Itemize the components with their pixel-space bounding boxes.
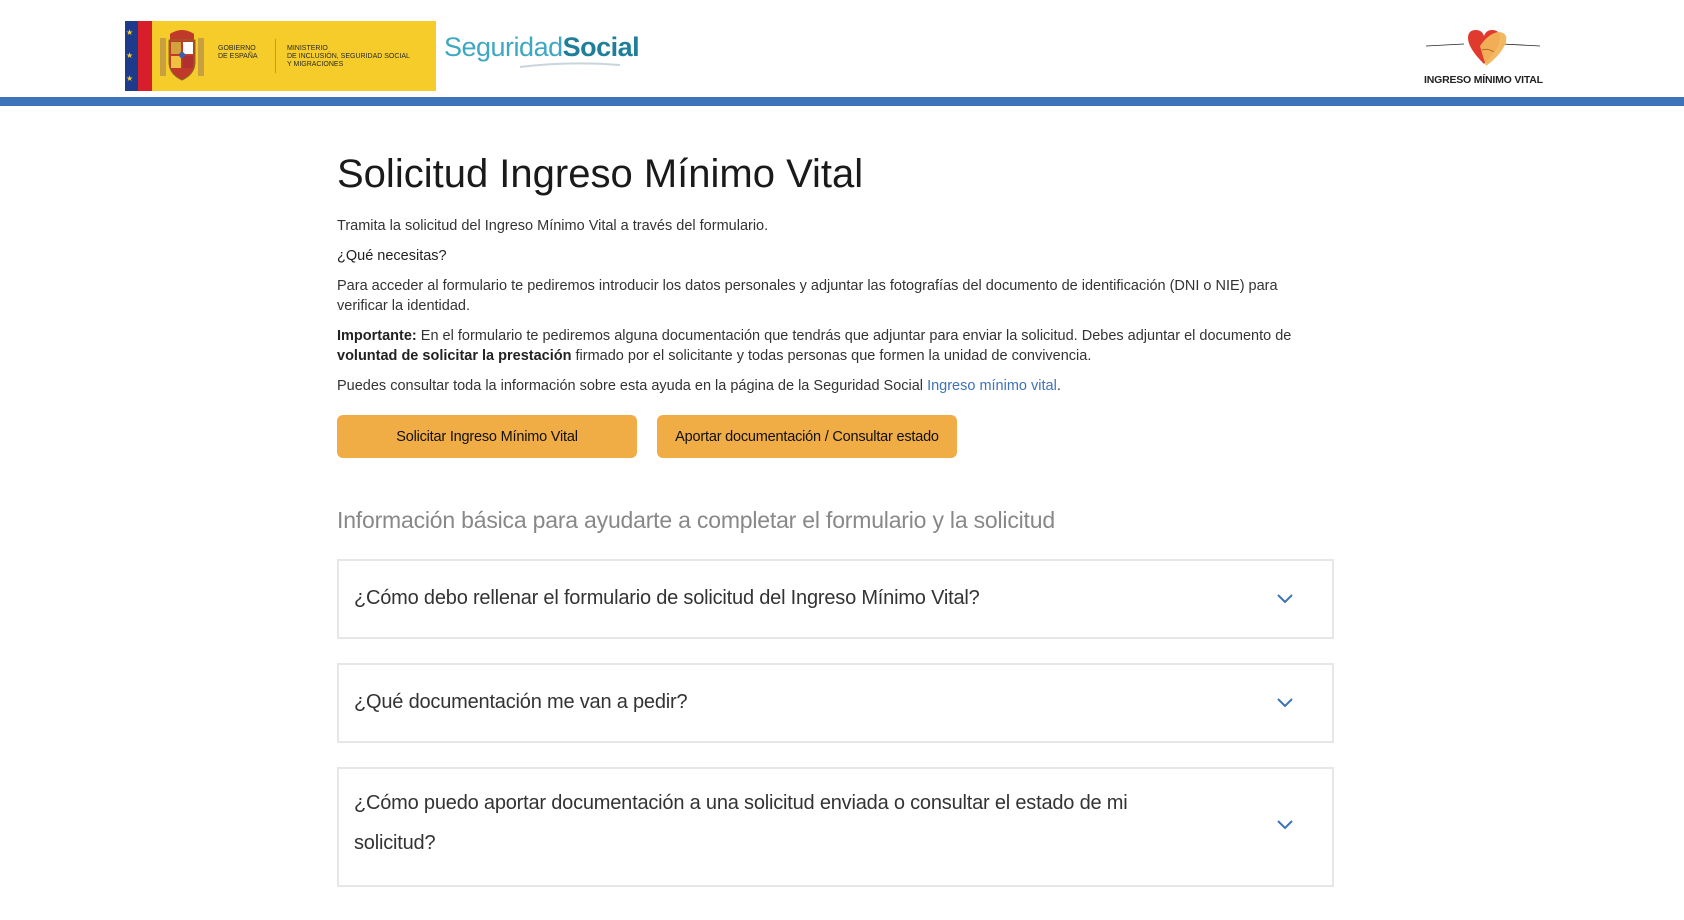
coat-of-arms-icon	[160, 30, 204, 81]
faq-item[interactable]: ¿Qué documentación me van a pedir?	[337, 663, 1334, 743]
ss-logo-bold: Social	[562, 32, 640, 62]
intro-text: Tramita la solicitud del Ingreso Mínimo …	[337, 218, 769, 234]
gobierno-label: GOBIERNO DE ESPAÑA	[218, 45, 278, 61]
section-heading: Información básica para ayudarte a compl…	[337, 507, 1055, 533]
provide-documents-button[interactable]: Aportar documentación / Consultar estado	[657, 415, 957, 458]
important-text-after: firmado por el solicitante y todas perso…	[571, 348, 1092, 364]
star-icon: ★	[126, 51, 134, 60]
important-notice: Importante: En el formulario te pediremo…	[337, 326, 1332, 366]
ss-logo-light: Seguridad	[444, 32, 563, 62]
chevron-down-icon	[1277, 594, 1293, 604]
logo-divider	[275, 39, 276, 73]
faq-question: ¿Cómo debo rellenar el formulario de sol…	[354, 587, 980, 609]
imv-logo-text: INGRESO MÍNIMO VITAL	[1424, 74, 1543, 86]
info-text-before: Puedes consultar toda la información sob…	[337, 378, 928, 394]
star-icon: ★	[126, 74, 134, 83]
seguridad-social-logo[interactable]: SeguridadSocial	[444, 32, 640, 63]
ministry-label: MINISTERIO DE INCLUSIÓN, SEGURIDAD SOCIA…	[287, 45, 432, 69]
site-header: ★ ★ ★ GOBIERNO DE ESPAÑA MINISTERIO DE I…	[0, 0, 1684, 97]
ministry-line-1: MINISTERIO	[287, 45, 328, 52]
gov-line-2: DE ESPAÑA	[218, 53, 258, 60]
ss-logo-swoosh-icon	[520, 62, 620, 68]
header-blue-bar	[0, 97, 1684, 106]
ministry-line-2: DE INCLUSIÓN, SEGURIDAD SOCIAL	[287, 53, 410, 60]
ingreso-minimo-vital-link[interactable]: Ingreso mínimo vital	[927, 378, 1057, 394]
page-title: Solicitud Ingreso Mínimo Vital	[337, 152, 864, 196]
important-label: Importante:	[337, 328, 417, 344]
ingreso-minimo-vital-logo[interactable]: INGRESO MÍNIMO VITAL	[1424, 26, 1543, 90]
faq-question: ¿Qué documentación me van a pedir?	[354, 691, 688, 713]
info-text: Puedes consultar toda la información sob…	[337, 376, 1332, 396]
important-strong: voluntad de solicitar la prestación	[337, 348, 572, 364]
needs-heading: ¿Qué necesitas?	[337, 248, 447, 264]
faq-item[interactable]: ¿Cómo puedo aportar documentación a una …	[337, 767, 1334, 887]
heart-hands-icon	[1425, 30, 1541, 66]
gobierno-de-espana-logo[interactable]: ★ ★ ★ GOBIERNO DE ESPAÑA MINISTERIO DE I…	[125, 21, 436, 91]
needs-text: Para acceder al formulario te pediremos …	[337, 278, 1278, 314]
star-icon: ★	[126, 28, 134, 37]
faq-question: ¿Cómo puedo aportar documentación a una …	[354, 792, 1128, 854]
info-text-after: .	[1056, 378, 1061, 394]
important-text-before: En el formulario te pediremos alguna doc…	[416, 328, 1292, 344]
gov-line-1: GOBIERNO	[218, 45, 256, 52]
chevron-down-icon	[1277, 698, 1293, 708]
ministry-line-3: Y MIGRACIONES	[287, 61, 344, 68]
apply-button[interactable]: Solicitar Ingreso Mínimo Vital	[337, 415, 637, 458]
chevron-down-icon	[1277, 820, 1293, 830]
faq-item[interactable]: ¿Cómo debo rellenar el formulario de sol…	[337, 559, 1334, 639]
